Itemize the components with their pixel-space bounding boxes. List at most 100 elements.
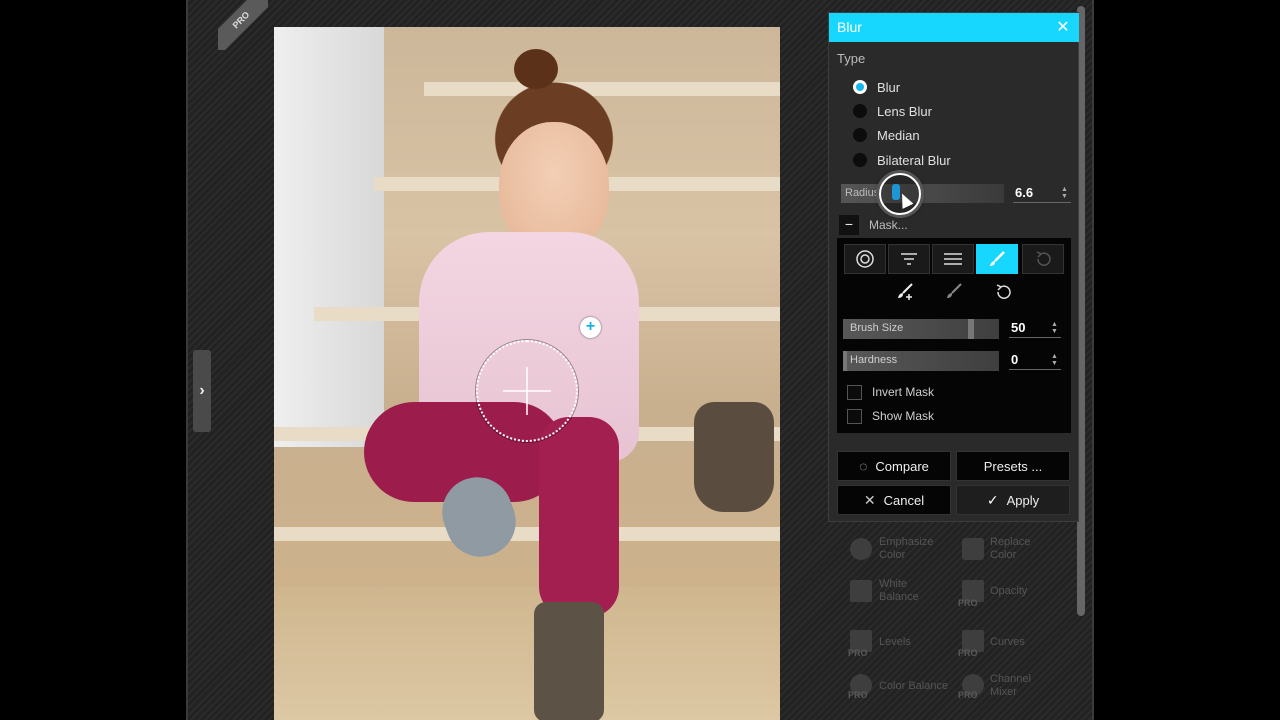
- radio-median[interactable]: Median: [853, 126, 920, 144]
- photo-floor: [274, 587, 780, 720]
- pro-tag: PRO: [958, 690, 978, 700]
- erase-brush-button[interactable]: [941, 280, 967, 304]
- radio-icon[interactable]: [853, 128, 867, 142]
- radio-bilateral-blur[interactable]: Bilateral Blur: [853, 151, 951, 169]
- compare-label: Compare: [875, 458, 929, 474]
- radio-blur[interactable]: Blur: [853, 78, 900, 96]
- hardness-handle[interactable]: [843, 351, 847, 371]
- tool-opacity[interactable]: Opacity: [990, 585, 1027, 598]
- close-icon: ✕: [863, 491, 876, 508]
- mask-collapse-button[interactable]: −: [839, 215, 859, 235]
- apply-button[interactable]: ✓ Apply: [956, 485, 1070, 515]
- tool-label: Emphasize: [879, 536, 934, 548]
- presets-button[interactable]: Presets ...: [956, 451, 1070, 481]
- photo-boot: [534, 602, 604, 720]
- hardness-value: 0: [1011, 352, 1019, 367]
- tool-label: Color Balance: [879, 680, 949, 692]
- brush-erase-icon: [947, 283, 962, 298]
- emphasize-color-icon[interactable]: [850, 538, 872, 560]
- focus-point-pin[interactable]: +: [580, 317, 601, 338]
- show-mask-checkbox[interactable]: [847, 408, 862, 424]
- close-icon[interactable]: ✕: [1055, 13, 1071, 42]
- band-mask-button[interactable]: [932, 244, 974, 274]
- tool-label: Replace: [990, 536, 1031, 548]
- hardness-slider[interactable]: Hardness: [843, 351, 999, 371]
- invert-mask-label: Invert Mask: [872, 385, 935, 399]
- photo-boot: [694, 402, 774, 512]
- radius-label: Radius: [845, 187, 880, 199]
- tool-label: Balance: [879, 591, 919, 603]
- cancel-label: Cancel: [883, 492, 925, 508]
- tool-label: Levels: [879, 636, 911, 648]
- photo-hair-bun: [514, 49, 558, 89]
- pro-tag: PRO: [958, 648, 978, 658]
- type-label: Type: [837, 51, 866, 66]
- pro-tag: PRO: [848, 690, 868, 700]
- brush-size-label: Brush Size: [850, 322, 904, 334]
- radio-label: Lens Blur: [877, 103, 932, 119]
- checkmark-icon: ✓: [986, 491, 999, 508]
- show-mask-label: Show Mask: [872, 409, 935, 423]
- brush-size-slider[interactable]: Brush Size: [843, 319, 999, 339]
- spinner-arrows-icon[interactable]: ▲ ▼: [1051, 321, 1059, 335]
- radial-mask-button[interactable]: [844, 244, 886, 274]
- mask-panel: Brush Size 50 ▲ ▼ Hardness 0 ▲ ▼ Invert Ma…: [837, 238, 1071, 433]
- radio-lens-blur[interactable]: Lens Blur: [853, 102, 932, 120]
- pro-tag: PRO: [848, 648, 868, 658]
- compare-button[interactable]: ◌ Compare: [837, 451, 951, 481]
- invert-mask-option[interactable]: Invert Mask: [847, 384, 934, 400]
- tool-emphasize-color[interactable]: Emphasize Color: [879, 536, 933, 562]
- photo-wall: [274, 27, 384, 447]
- photo-pants: [539, 417, 619, 617]
- white-balance-icon[interactable]: [850, 580, 872, 602]
- show-mask-option[interactable]: Show Mask: [847, 408, 934, 424]
- tool-label: Curves: [990, 636, 1025, 648]
- tool-channel-mixer[interactable]: Channel Mixer: [990, 673, 1031, 699]
- radial-mask-icon: [856, 250, 874, 268]
- band-mask-icon: [944, 253, 962, 265]
- tool-levels[interactable]: Levels: [879, 636, 911, 649]
- tool-label: White: [879, 578, 908, 590]
- radio-label: Bilateral Blur: [877, 152, 951, 168]
- tool-label: Opacity: [990, 585, 1028, 597]
- radio-selected-icon[interactable]: [853, 80, 867, 94]
- mask-label[interactable]: Mask...: [869, 218, 908, 232]
- radio-icon[interactable]: [853, 104, 867, 118]
- invert-mask-checkbox[interactable]: [847, 384, 862, 400]
- pro-badge-text: PRO: [230, 9, 252, 31]
- linear-gradient-icon: [901, 253, 917, 265]
- spinner-arrows-icon[interactable]: ▲ ▼: [1061, 186, 1069, 200]
- blur-dialog: Blur ✕ Type Blur Lens Blur Median Bilate…: [828, 12, 1079, 522]
- brush-add-icon: [898, 283, 913, 300]
- add-brush-button[interactable]: [892, 280, 918, 304]
- hardness-input[interactable]: 0 ▲ ▼: [1009, 350, 1061, 370]
- gradient-mask-button[interactable]: [888, 244, 930, 274]
- dialog-title: Blur: [837, 19, 862, 35]
- radius-value: 6.6: [1015, 185, 1034, 200]
- radius-value-input[interactable]: 6.6 ▲ ▼: [1013, 183, 1071, 203]
- reset-mask-button[interactable]: [1022, 244, 1064, 274]
- tool-white-balance[interactable]: White Balance: [879, 578, 919, 604]
- expand-sidebar-button[interactable]: ›: [193, 350, 211, 432]
- tool-color-balance[interactable]: Color Balance: [879, 680, 948, 693]
- brush-size-input[interactable]: 50 ▲ ▼: [1009, 318, 1061, 338]
- cancel-button[interactable]: ✕ Cancel: [837, 485, 951, 515]
- tool-replace-color[interactable]: Replace Color: [990, 536, 1030, 562]
- undo-icon: [996, 284, 1011, 299]
- apply-label: Apply: [1006, 492, 1040, 508]
- dialog-header: Blur ✕: [829, 13, 1079, 42]
- replace-color-icon[interactable]: [962, 538, 984, 560]
- tool-label: Color: [990, 549, 1017, 561]
- compare-icon: ◌: [859, 458, 868, 474]
- radio-icon[interactable]: [853, 153, 867, 167]
- tool-label: Color: [879, 549, 906, 561]
- brush-size-value: 50: [1011, 320, 1026, 335]
- pro-tag: PRO: [958, 598, 978, 608]
- brush-size-handle[interactable]: [968, 319, 974, 339]
- brush-icon: [990, 251, 1005, 266]
- undo-brush-button[interactable]: [990, 280, 1016, 304]
- radio-label: Blur: [877, 79, 901, 95]
- tool-curves[interactable]: Curves: [990, 636, 1025, 649]
- spinner-arrows-icon[interactable]: ▲ ▼: [1051, 353, 1059, 367]
- brush-mask-button[interactable]: [976, 244, 1018, 274]
